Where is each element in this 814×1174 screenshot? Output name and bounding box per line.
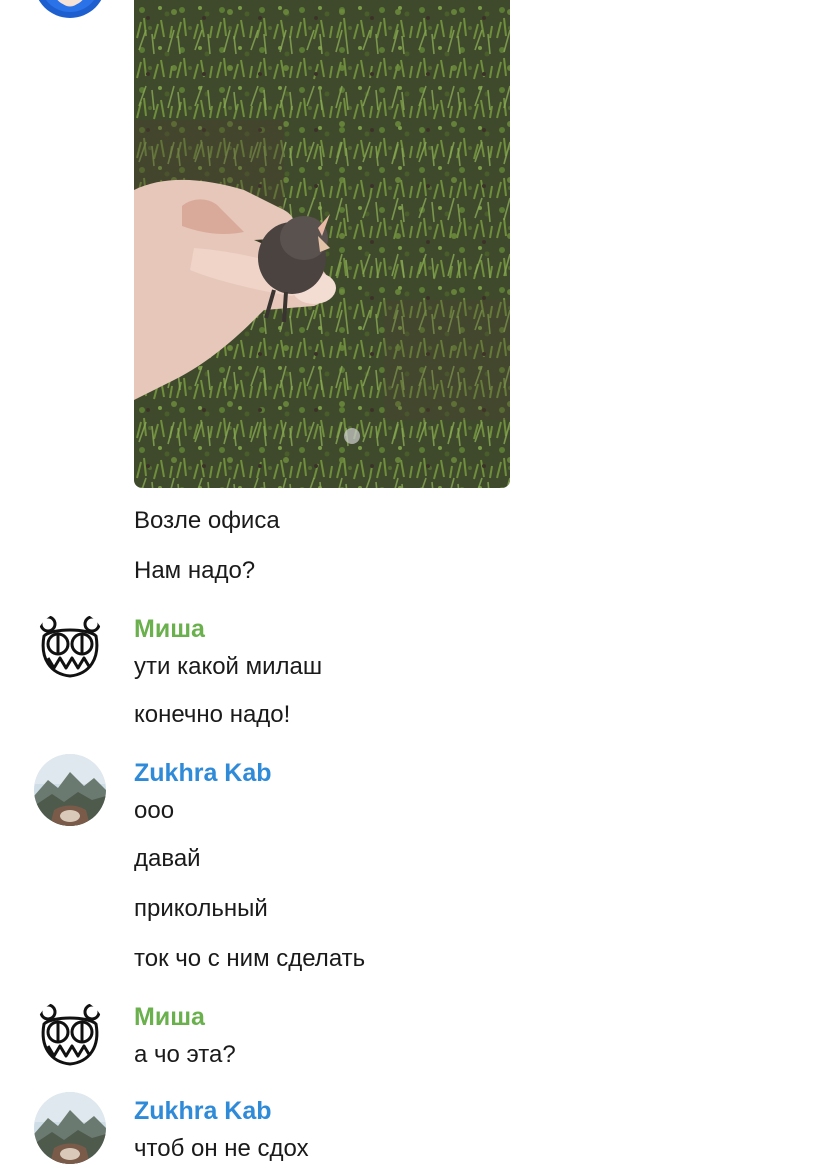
radiohead-bear-avatar-icon — [34, 610, 106, 682]
sender-name[interactable]: Миша — [134, 1002, 205, 1032]
message-text: а чо эта? — [134, 1041, 236, 1068]
message-text: ооо — [134, 797, 175, 824]
mountain-avatar-icon — [34, 754, 106, 826]
sender-avatar[interactable] — [34, 998, 106, 1070]
sender-avatar[interactable] — [34, 610, 106, 682]
bird-photo-icon — [134, 0, 510, 488]
message-text: прикольный — [134, 895, 268, 922]
sender-name[interactable]: Миша — [134, 614, 205, 644]
message-text: ток чо с ним сделать — [134, 945, 366, 972]
photo-attachment[interactable] — [134, 0, 510, 488]
message-text: ути какой милаш — [134, 653, 323, 680]
message-text: давай — [134, 845, 201, 872]
sender-avatar[interactable] — [34, 1092, 106, 1164]
radiohead-bear-avatar-icon — [34, 998, 106, 1070]
sender-avatar[interactable] — [34, 754, 106, 826]
message-text: Возле офиса — [134, 507, 280, 534]
mountain-avatar-icon — [34, 1092, 106, 1164]
message-text: чтоб он не сдох — [134, 1135, 309, 1162]
blue-avatar-icon — [34, 0, 106, 18]
message-text: конечно надо! — [134, 701, 291, 728]
sender-name[interactable]: Zukhra Kab — [134, 758, 272, 788]
message-text: Нам надо? — [134, 557, 256, 584]
sender-avatar[interactable] — [34, 0, 106, 18]
sender-name[interactable]: Zukhra Kab — [134, 1096, 272, 1126]
